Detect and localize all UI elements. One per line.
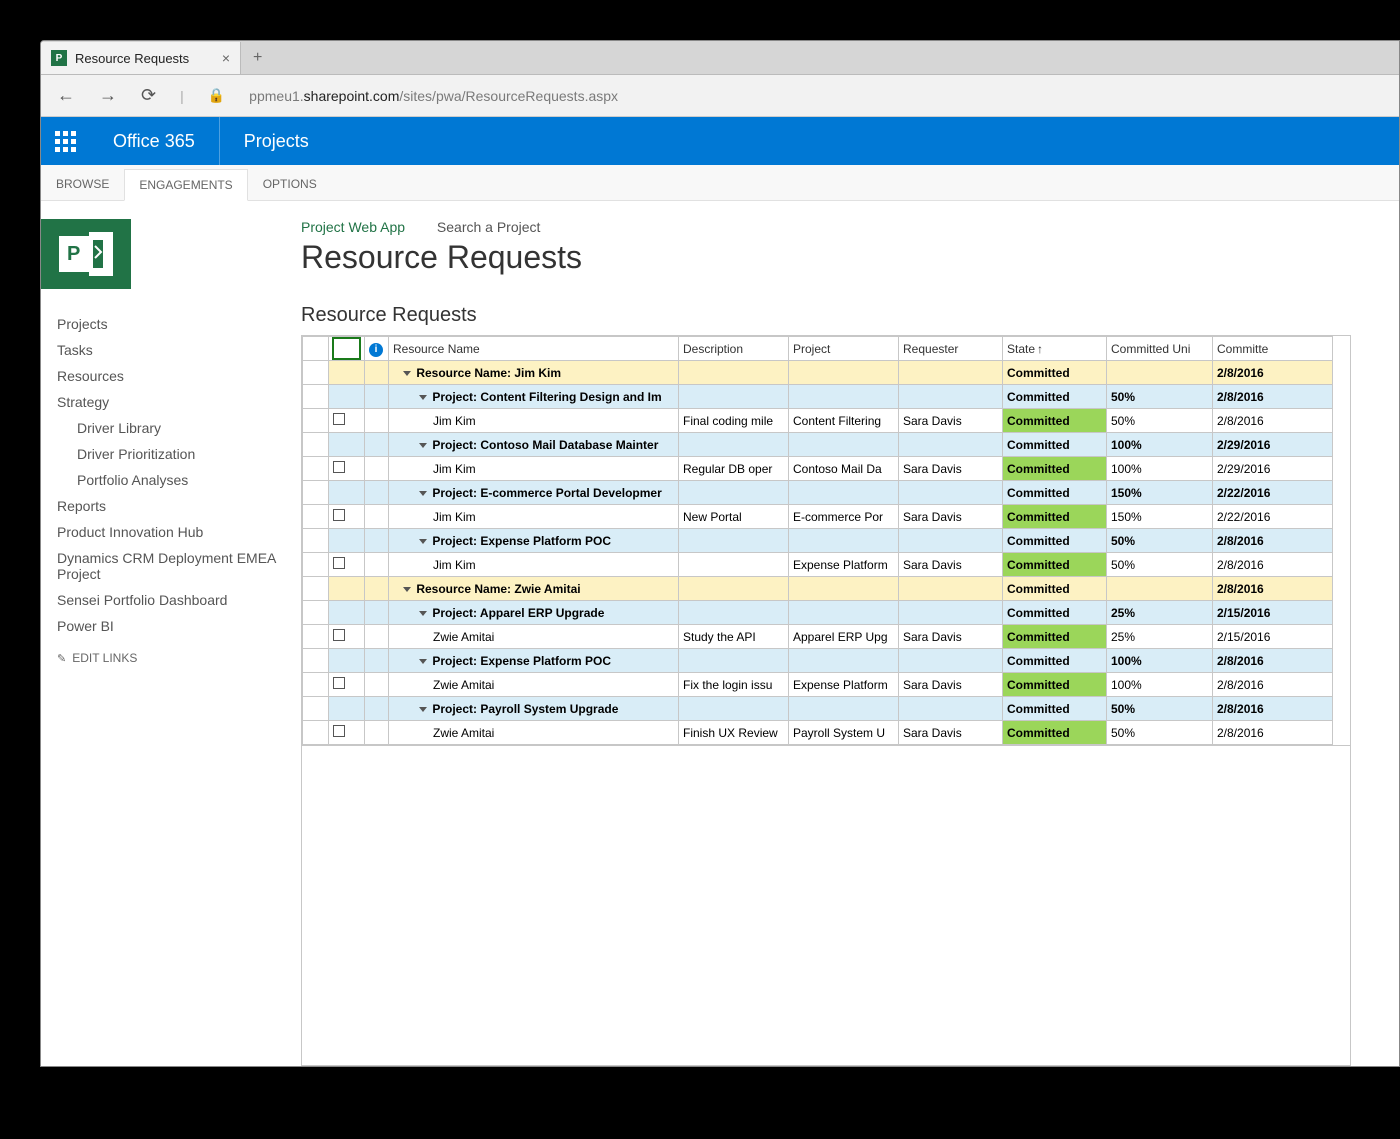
resource-requests-grid: i Resource Name Description Project Requ… [301, 335, 1351, 1066]
expand-icon[interactable] [419, 707, 427, 712]
ribbon-tabs: BROWSE ENGAGEMENTS OPTIONS [41, 165, 1399, 201]
info-icon: i [369, 343, 383, 357]
sidebar-item[interactable]: Product Innovation Hub [57, 519, 301, 545]
lock-icon: 🔒 [208, 87, 225, 104]
table-row[interactable]: Jim KimFinal coding mileContent Filterin… [303, 409, 1333, 433]
table-row[interactable]: Project: Expense Platform POCCommitted50… [303, 529, 1333, 553]
address-bar[interactable]: ppmeu1.sharepoint.com/sites/pwa/Resource… [249, 88, 618, 104]
expand-icon[interactable] [419, 491, 427, 496]
row-checkbox[interactable] [333, 413, 345, 425]
col-description[interactable]: Description [679, 337, 789, 361]
col-project[interactable]: Project [789, 337, 899, 361]
edit-links-label: EDIT LINKS [72, 651, 137, 665]
breadcrumb: Project Web App Search a Project [301, 219, 1399, 235]
table-row[interactable]: Project: Apparel ERP UpgradeCommitted25%… [303, 601, 1333, 625]
table-row[interactable]: Resource Name: Jim KimCommitted2/8/2016 [303, 361, 1333, 385]
table-row[interactable]: Zwie AmitaiFinish UX ReviewPayroll Syste… [303, 721, 1333, 745]
row-checkbox[interactable] [333, 461, 345, 473]
section-label: Resource Requests [301, 304, 1399, 327]
sidebar-item[interactable]: Driver Library [57, 415, 301, 441]
col-requester[interactable]: Requester [899, 337, 1003, 361]
table-row[interactable]: Zwie AmitaiFix the login issuExpense Pla… [303, 673, 1333, 697]
browser-tab-strip: P Resource Requests × + [41, 41, 1399, 75]
sidebar-item[interactable]: Resources [57, 363, 301, 389]
suite-brand[interactable]: Office 365 [89, 117, 220, 165]
table-row[interactable]: Jim KimExpense PlatformSara DavisCommitt… [303, 553, 1333, 577]
col-state[interactable]: State↑ [1003, 337, 1107, 361]
table-row[interactable]: Project: Expense Platform POCCommitted10… [303, 649, 1333, 673]
separator: | [180, 88, 184, 104]
suite-bar: Office 365 Projects [41, 117, 1399, 165]
row-checkbox[interactable] [333, 677, 345, 689]
sidebar-item[interactable]: Driver Prioritization [57, 441, 301, 467]
row-checkbox[interactable] [333, 725, 345, 737]
new-tab-button[interactable]: + [241, 42, 274, 74]
row-checkbox[interactable] [333, 557, 345, 569]
expand-icon[interactable] [419, 659, 427, 664]
col-checkbox-header[interactable] [329, 337, 365, 361]
sort-asc-icon: ↑ [1037, 342, 1043, 356]
expand-icon[interactable] [419, 611, 427, 616]
sidebar-item[interactable]: Projects [57, 311, 301, 337]
grid-empty-area [302, 745, 1350, 1065]
sidebar-item[interactable]: Portfolio Analyses [57, 467, 301, 493]
edit-links-button[interactable]: ✎ EDIT LINKS [57, 651, 301, 665]
breadcrumb-search[interactable]: Search a Project [437, 219, 541, 235]
col-resource-name[interactable]: Resource Name [389, 337, 679, 361]
row-checkbox[interactable] [333, 509, 345, 521]
ribbon-tab-browse[interactable]: BROWSE [41, 168, 124, 200]
sidebar-item[interactable]: Sensei Portfolio Dashboard [57, 587, 301, 613]
ribbon-tab-options[interactable]: OPTIONS [248, 168, 332, 200]
col-committed-units[interactable]: Committed Uni [1107, 337, 1213, 361]
browser-tab-title: Resource Requests [75, 51, 189, 66]
project-logo-icon: P [41, 219, 131, 289]
col-committed-date[interactable]: Committe [1213, 337, 1333, 361]
expand-icon[interactable] [403, 587, 411, 592]
table-row[interactable]: Project: E-commerce Portal DevelopmerCom… [303, 481, 1333, 505]
sidebar-item[interactable]: Strategy [57, 389, 301, 415]
favicon-project-icon: P [51, 50, 67, 66]
table-row[interactable]: Resource Name: Zwie AmitaiCommitted2/8/2… [303, 577, 1333, 601]
sidebar-item[interactable]: Reports [57, 493, 301, 519]
grid-header-row: i Resource Name Description Project Requ… [303, 337, 1333, 361]
breadcrumb-app-link[interactable]: Project Web App [301, 219, 405, 235]
app-launcher-icon[interactable] [41, 117, 89, 165]
table-row[interactable]: Jim KimNew PortalE-commerce PorSara Davi… [303, 505, 1333, 529]
back-icon[interactable]: ← [57, 85, 75, 106]
table-row[interactable]: Project: Payroll System UpgradeCommitted… [303, 697, 1333, 721]
close-icon[interactable]: × [222, 50, 230, 66]
col-info-header[interactable]: i [365, 337, 389, 361]
pencil-icon: ✎ [57, 652, 66, 665]
expand-icon[interactable] [403, 371, 411, 376]
browser-tab[interactable]: P Resource Requests × [41, 42, 241, 74]
sidebar-item[interactable]: Power BI [57, 613, 301, 639]
page-title: Resource Requests [301, 239, 1399, 276]
sidebar-item[interactable]: Tasks [57, 337, 301, 363]
table-row[interactable]: Zwie AmitaiStudy the APIApparel ERP UpgS… [303, 625, 1333, 649]
expand-icon[interactable] [419, 539, 427, 544]
browser-navbar: ← → ⟳ | 🔒 ppmeu1.sharepoint.com/sites/pw… [41, 75, 1399, 117]
forward-icon[interactable]: → [99, 85, 117, 106]
col-select-all[interactable] [303, 337, 329, 361]
refresh-icon[interactable]: ⟳ [141, 85, 156, 106]
row-checkbox[interactable] [333, 629, 345, 641]
table-row[interactable]: Project: Contoso Mail Database MainterCo… [303, 433, 1333, 457]
ribbon-tab-engagements[interactable]: ENGAGEMENTS [124, 169, 247, 201]
svg-text:P: P [67, 243, 80, 265]
sidebar-item[interactable]: Dynamics CRM Deployment EMEA Project [57, 545, 301, 587]
left-nav: ProjectsTasksResourcesStrategyDriver Lib… [57, 311, 301, 639]
table-row[interactable]: Jim KimRegular DB operContoso Mail DaSar… [303, 457, 1333, 481]
suite-app[interactable]: Projects [220, 131, 333, 152]
expand-icon[interactable] [419, 443, 427, 448]
expand-icon[interactable] [419, 395, 427, 400]
table-row[interactable]: Project: Content Filtering Design and Im… [303, 385, 1333, 409]
